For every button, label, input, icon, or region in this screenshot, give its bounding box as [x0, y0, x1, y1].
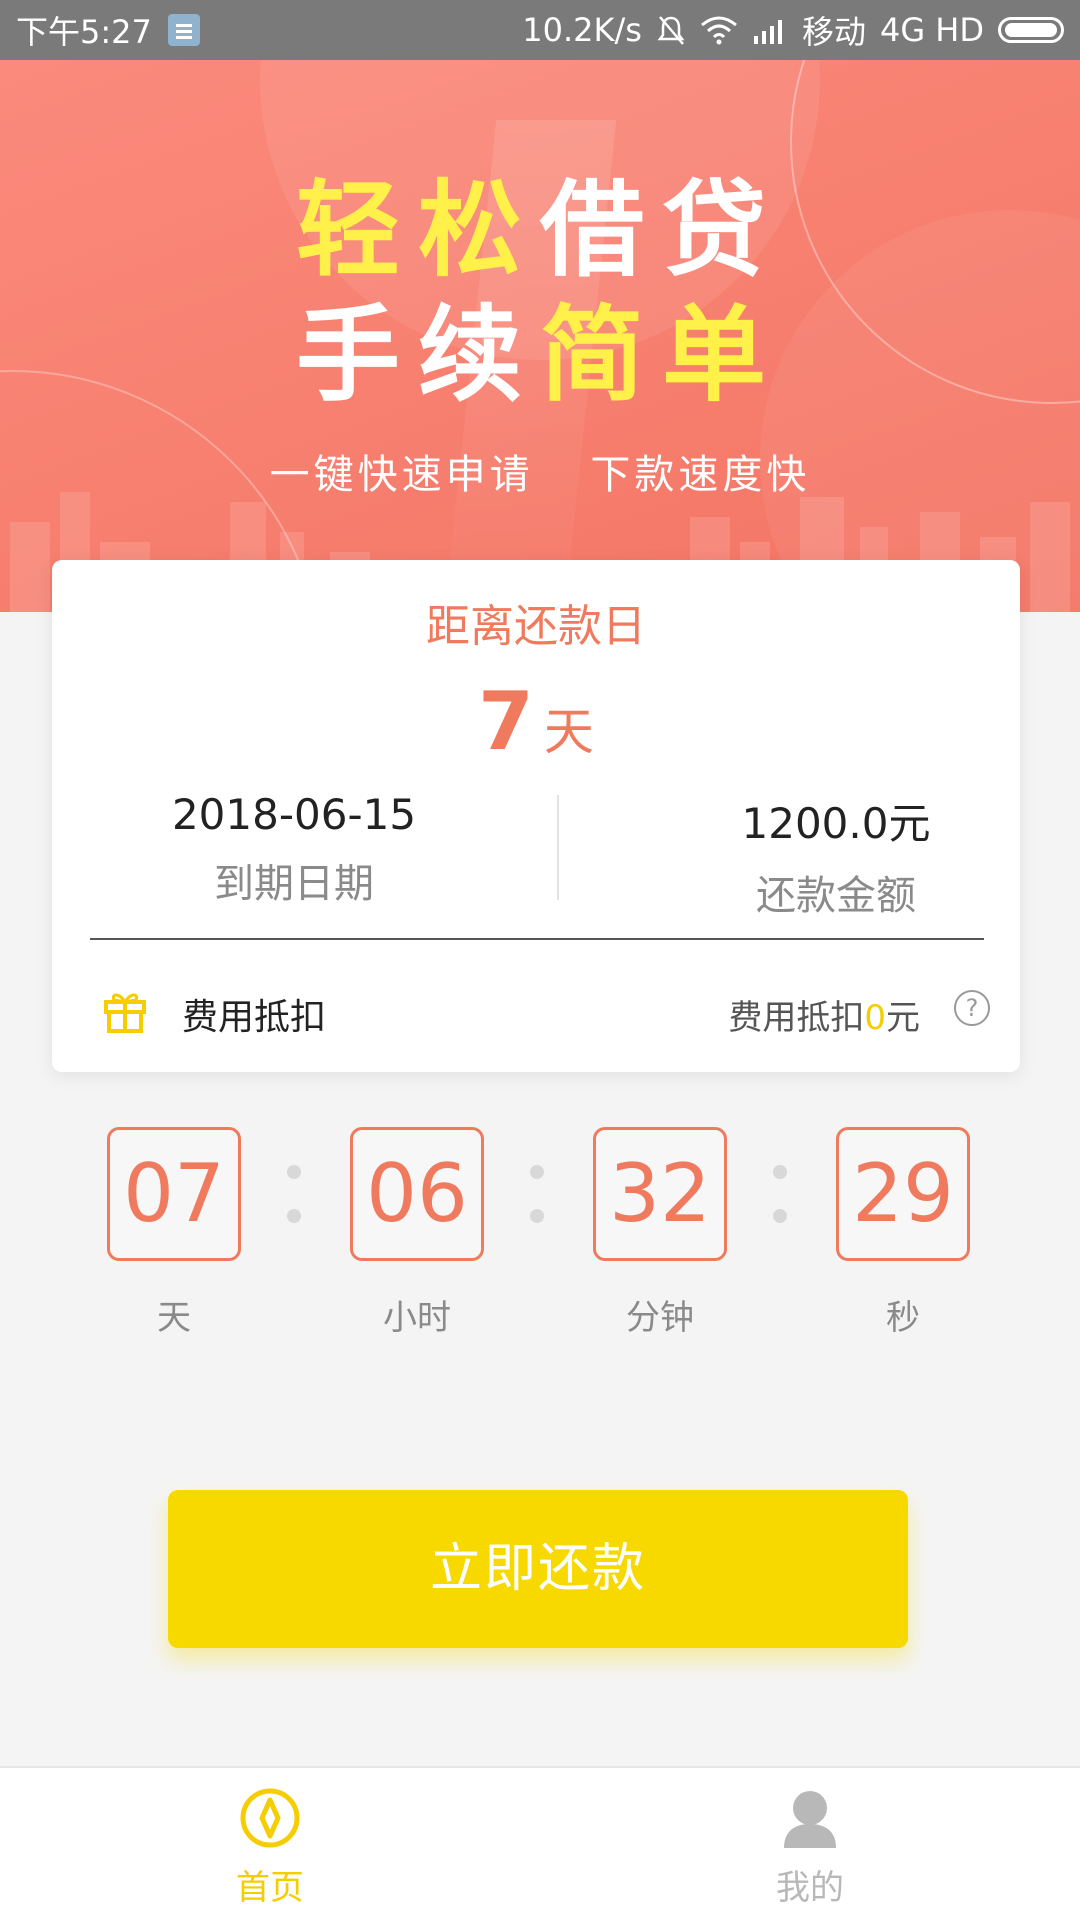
due-date-value: 2018-06-15	[171, 790, 417, 839]
tab-home-label: 首页	[236, 1868, 304, 1908]
countdown-seconds-label: 秒	[886, 1298, 920, 1338]
countdown-separator	[530, 1165, 544, 1223]
gift-icon	[104, 993, 146, 1033]
countdown-seconds: 29	[836, 1127, 970, 1261]
amount-label: 还款金额	[756, 873, 916, 919]
fee-deduction-label[interactable]: 费用抵扣	[182, 988, 326, 1040]
banner-sub-left: 一键快速申请	[269, 452, 534, 498]
due-date-block: 2018-06-15 到期日期	[94, 790, 494, 909]
help-icon[interactable]: ?	[954, 990, 990, 1026]
tab-mine-label: 我的	[776, 1868, 844, 1908]
banner-sub-right: 下款速度快	[590, 452, 811, 498]
repay-now-button[interactable]: 立即还款	[168, 1490, 908, 1648]
tab-mine[interactable]: 我的	[710, 1786, 910, 1909]
countdown-days-label: 天	[157, 1298, 191, 1338]
network-speed: 10.2K/s	[522, 11, 642, 49]
status-bar: 下午5:27 10.2K/s 移动 4G HD	[0, 0, 1080, 60]
banner-subtitle: 一键快速申请 下款速度快	[0, 442, 1080, 500]
countdown-hours: 06	[350, 1127, 484, 1261]
status-time: 下午5:27	[16, 13, 152, 51]
card-title: 距离还款日	[426, 601, 646, 652]
days-remaining-unit: 天	[543, 703, 594, 761]
countdown-minutes-label: 分钟	[626, 1298, 694, 1338]
amount-value: 1200.0元	[741, 799, 931, 848]
signal-icon	[753, 20, 782, 44]
mute-bell-icon	[657, 16, 685, 45]
horizontal-divider	[90, 938, 984, 940]
banner-headline-2: 手续简单	[0, 270, 1080, 421]
carrier-name: 移动	[801, 13, 866, 51]
headline-simple: 简单	[540, 294, 785, 416]
countdown-minutes: 32	[593, 1127, 727, 1261]
bottom-tab-bar: 首页 我的	[0, 1766, 1080, 1922]
fee-prefix: 费用抵扣	[728, 998, 865, 1038]
promo-banner: 轻松借贷 手续简单 一键快速申请 下款速度快	[0, 60, 1080, 612]
days-remaining: 7天	[52, 675, 1020, 768]
countdown-separator	[287, 1165, 301, 1223]
tab-home[interactable]: 首页	[170, 1786, 370, 1909]
amount-block: 1200.0元 还款金额	[636, 790, 1036, 921]
days-remaining-value: 7	[478, 675, 534, 768]
home-coin-icon	[240, 1788, 300, 1848]
repayment-card: 距离还款日 7天 2018-06-15 到期日期 1200.0元 还款金额 费用…	[52, 560, 1020, 1072]
fee-amount: 0	[864, 998, 886, 1038]
countdown-days: 07	[107, 1127, 241, 1261]
countdown-separator	[773, 1165, 787, 1223]
vertical-divider	[557, 795, 559, 900]
notification-icon	[167, 14, 200, 46]
fee-deduction-value: 费用抵扣0元	[728, 990, 920, 1039]
due-date-label: 到期日期	[214, 861, 374, 907]
countdown-hours-label: 小时	[383, 1298, 451, 1338]
user-avatar-icon	[784, 1791, 836, 1848]
headline-procedure: 手续	[295, 294, 540, 416]
wifi-icon	[701, 16, 737, 45]
network-type: 4G HD	[879, 11, 984, 49]
fee-suffix: 元	[886, 998, 920, 1038]
battery-icon	[998, 17, 1064, 43]
status-right: 10.2K/s 移动 4G HD	[522, 7, 1064, 53]
